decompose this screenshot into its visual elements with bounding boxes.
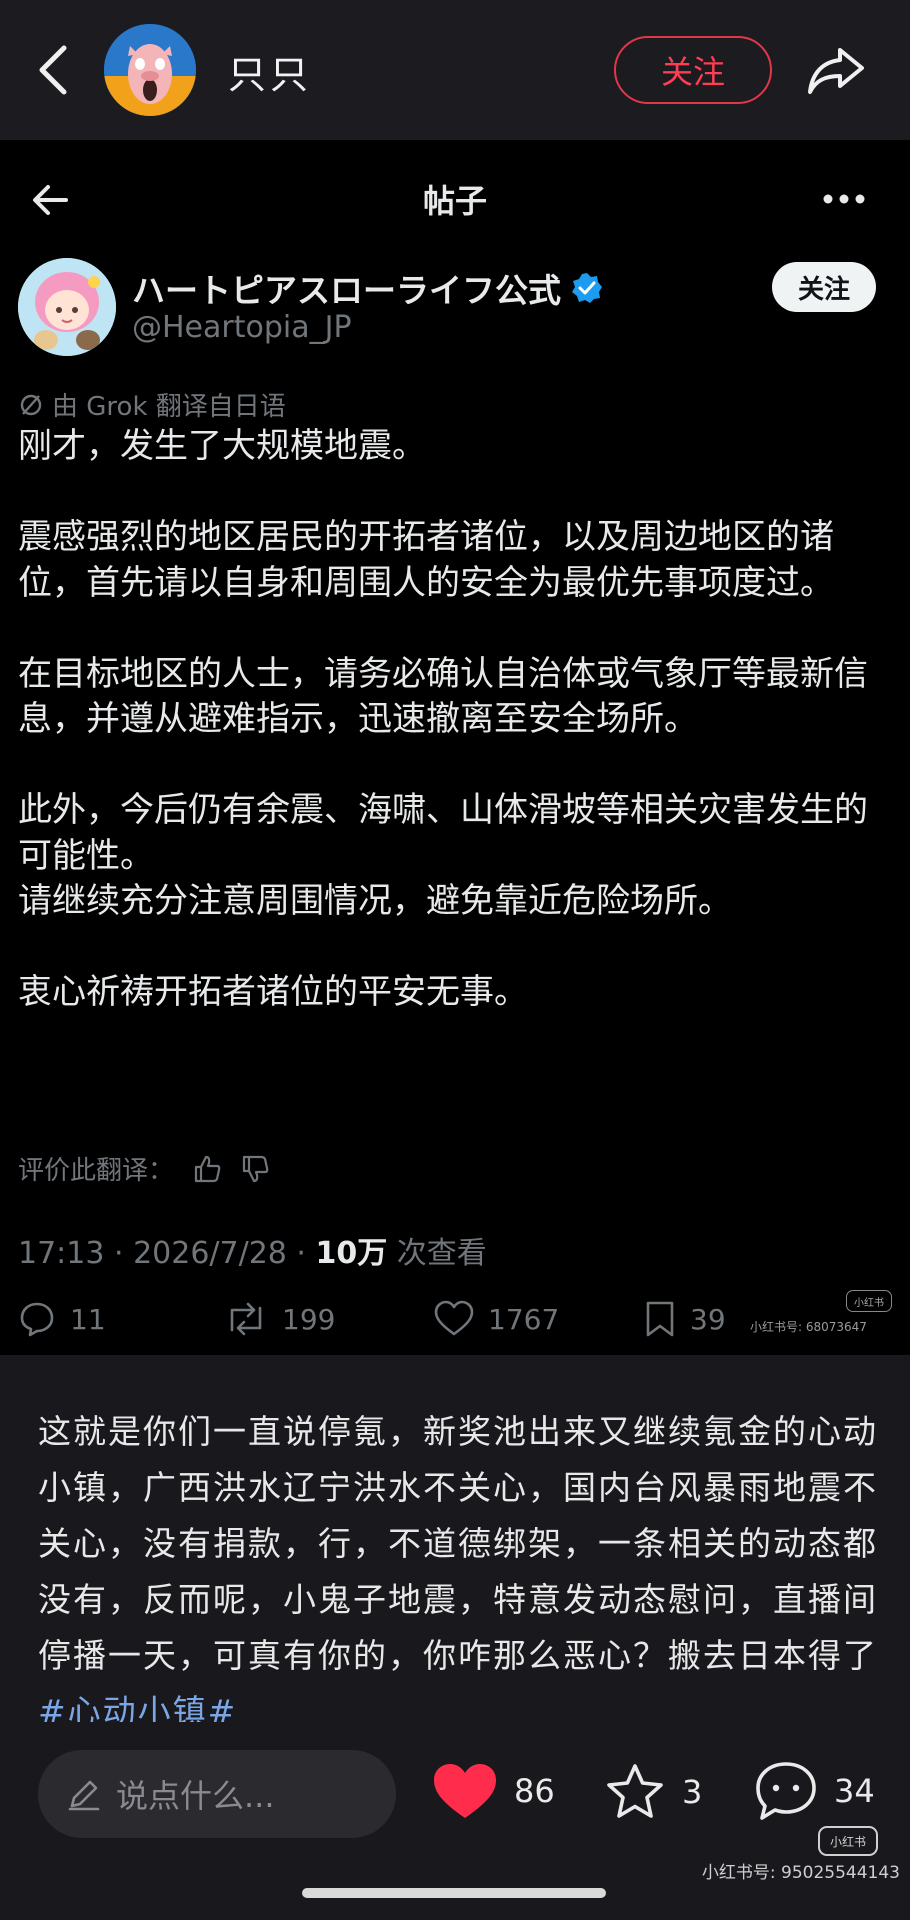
repost-icon xyxy=(230,1302,262,1336)
comment-input[interactable]: 说点什么... xyxy=(38,1750,396,1838)
follow-button[interactable]: 关注 xyxy=(614,36,772,104)
x-follow-button: 关注 xyxy=(772,262,876,312)
username[interactable]: 只只 xyxy=(228,44,312,99)
repost-count: 199 xyxy=(282,1302,336,1336)
favorite-button[interactable]: 3 xyxy=(604,1762,702,1822)
scream-pig-avatar-icon xyxy=(104,24,196,116)
translation-note: 由 Grok 翻译自日语 xyxy=(18,386,286,423)
author-avatar[interactable] xyxy=(104,24,196,116)
favorite-count: 3 xyxy=(682,1773,703,1811)
post-paragraph: 在目标地区的人士，请务必确认自治体或气象厅等最新信息，并遵从避难指示，迅速撤离至… xyxy=(18,653,868,740)
more-options-icon xyxy=(823,194,865,204)
caption-text: 这就是你们一直说停氪，新奖池出来又继续氪金的心动小镇，广西洪水辽宁洪水不关心，国… xyxy=(38,1412,878,1675)
heart-outline-icon xyxy=(434,1300,474,1336)
like-button[interactable]: 86 xyxy=(432,1762,555,1820)
post-meta: 17:13 · 2026/7/28 · 10万 次查看 xyxy=(18,1228,487,1272)
comment-button[interactable]: 34 xyxy=(754,1760,875,1822)
bookmark-count: 39 xyxy=(690,1302,726,1336)
x-header-title: 帖子 xyxy=(422,182,487,220)
like-count: 86 xyxy=(514,1772,555,1810)
view-count: 10万 xyxy=(315,1236,388,1271)
thumbs-up-icon xyxy=(194,1155,221,1182)
reply-action: 11 xyxy=(18,1300,106,1338)
post-timestamp: 17:13 · 2026/7/28 · xyxy=(18,1236,316,1271)
post-paragraph: 刚才，发生了大规模地震。 xyxy=(18,426,426,466)
like-action: 1767 xyxy=(434,1300,559,1338)
heart-filled-icon xyxy=(434,1764,496,1818)
reply-count: 11 xyxy=(70,1302,106,1336)
reply-icon xyxy=(20,1302,54,1337)
xhs-watermark-logo-small: 小红书 xyxy=(846,1290,892,1312)
translation-note-text: 由 Grok 翻译自日语 xyxy=(52,392,286,422)
post-paragraph: 衷心祈祷开拓者诸位的平安无事。 xyxy=(18,972,528,1012)
post-body: 刚才，发生了大规模地震。 震感强烈的地区居民的开拓者诸位，以及周边地区的诸位，首… xyxy=(18,424,890,1016)
xhs-watermark-logo: 小红书 xyxy=(818,1826,878,1856)
rate-translation: 评价此翻译： xyxy=(18,1150,270,1187)
back-chevron-icon[interactable] xyxy=(30,42,76,98)
like-count: 1767 xyxy=(488,1302,560,1336)
home-indicator xyxy=(302,1888,606,1898)
bookmark-action: 39 xyxy=(644,1300,726,1338)
comment-placeholder: 说点什么... xyxy=(116,1777,275,1815)
share-icon[interactable] xyxy=(806,44,866,96)
note-caption: 这就是你们一直说停氪，新奖池出来又继续氪金的心动小镇，广西洪水辽宁洪水不关心，国… xyxy=(38,1404,878,1722)
grok-icon xyxy=(20,394,42,415)
x-handle: @Heartopia_JP xyxy=(132,310,352,345)
comment-bubble-icon xyxy=(756,1762,816,1820)
hashtag-link[interactable]: #心动小镇# xyxy=(38,1692,237,1722)
post-paragraph: 震感强烈的地区居民的开拓者诸位，以及周边地区的诸位，首先请以自身和周围人的安全为… xyxy=(18,517,834,603)
xhs-watermark-id: 小红书号: 95025544143 xyxy=(701,1863,900,1883)
x-account-name: ハートピアスローライフ公式 xyxy=(132,271,561,310)
xhs-watermark-id-small: 小红书号: 68073647 xyxy=(750,1320,867,1334)
view-label: 次查看 xyxy=(387,1236,487,1271)
comment-count: 34 xyxy=(834,1772,875,1810)
post-paragraph: 此外，今后仍有余震、海啸、山体滑坡等相关灾害发生的可能性。 请继续充分注意周围情… xyxy=(18,790,868,921)
repost-action: 199 xyxy=(224,1300,335,1338)
bookmark-icon xyxy=(646,1301,674,1337)
thumbs-down-icon xyxy=(242,1155,269,1182)
x-account-avatar xyxy=(18,258,116,356)
anime-girl-avatar-icon xyxy=(18,258,116,356)
star-icon xyxy=(607,1764,663,1818)
pencil-icon xyxy=(68,1780,100,1811)
rate-translation-label: 评价此翻译： xyxy=(18,1156,175,1186)
verified-badge-icon xyxy=(572,273,602,303)
